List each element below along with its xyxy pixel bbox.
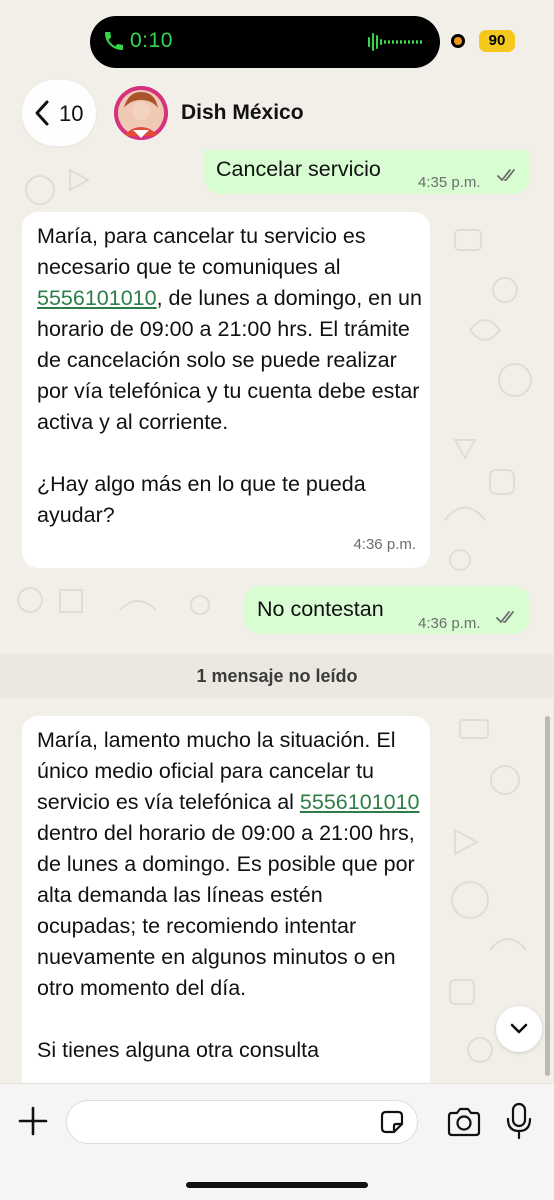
phone-number-link[interactable]: 5556101010 [37,286,157,310]
scrollbar-thumb[interactable] [545,716,550,1076]
phone-number-link[interactable]: 5556101010 [300,790,420,814]
message-input[interactable] [66,1100,418,1144]
avatar[interactable] [114,86,168,140]
scroll-to-bottom-button[interactable] [496,1006,542,1052]
call-timer: 0:10 [130,29,173,52]
message-bubble-incoming[interactable]: María, para cancelar tu servicio es nece… [22,212,430,568]
message-text: María, para cancelar tu servicio es nece… [37,221,422,531]
double-check-icon [496,611,514,624]
message-time: 4:35 p.m. [418,174,481,191]
battery-indicator: 90 [479,30,515,52]
double-check-icon [497,169,515,182]
microphone-icon[interactable] [506,1102,532,1140]
message-text: María, lamento mucho la situación. El ún… [37,725,422,1066]
message-bubble-outgoing[interactable]: Cancelar servicio 4:35 p.m. [204,150,530,194]
unread-chats-count: 10 [59,101,84,126]
phone-icon [105,32,123,50]
message-time: 4:36 p.m. [353,536,416,553]
message-time: 4:36 p.m. [418,615,481,632]
unread-messages-divider: 1 mensaje no leído [0,654,554,698]
message-text-part: dentro del horario de 09:00 a 21:00 hrs,… [37,821,415,1062]
message-text-part: María, para cancelar tu servicio es nece… [37,224,366,279]
dynamic-island[interactable]: 0:10 [90,16,440,68]
message-text-part: , de lunes a domingo, en un horario de 0… [37,286,422,527]
status-bar: 0:10 90 [0,0,554,80]
sticker-icon[interactable] [378,1108,406,1136]
waveform-icon [368,33,422,51]
message-bubble-incoming[interactable]: María, lamento mucho la situación. El ún… [22,716,430,1136]
message-bubble-outgoing[interactable]: No contestan 4:36 p.m. [244,586,530,634]
plus-icon[interactable] [16,1104,50,1138]
message-text: No contestan [257,597,384,621]
back-button[interactable]: 10 [22,80,96,146]
avatar-person-icon [114,86,168,140]
camera-icon[interactable] [446,1106,482,1138]
home-indicator [186,1182,368,1188]
contact-name[interactable]: Dish México [181,101,304,125]
message-text: Cancelar servicio [216,157,381,181]
chevron-left-icon [35,100,49,126]
recording-indicator [451,34,465,48]
chevron-down-icon [510,1023,528,1034]
